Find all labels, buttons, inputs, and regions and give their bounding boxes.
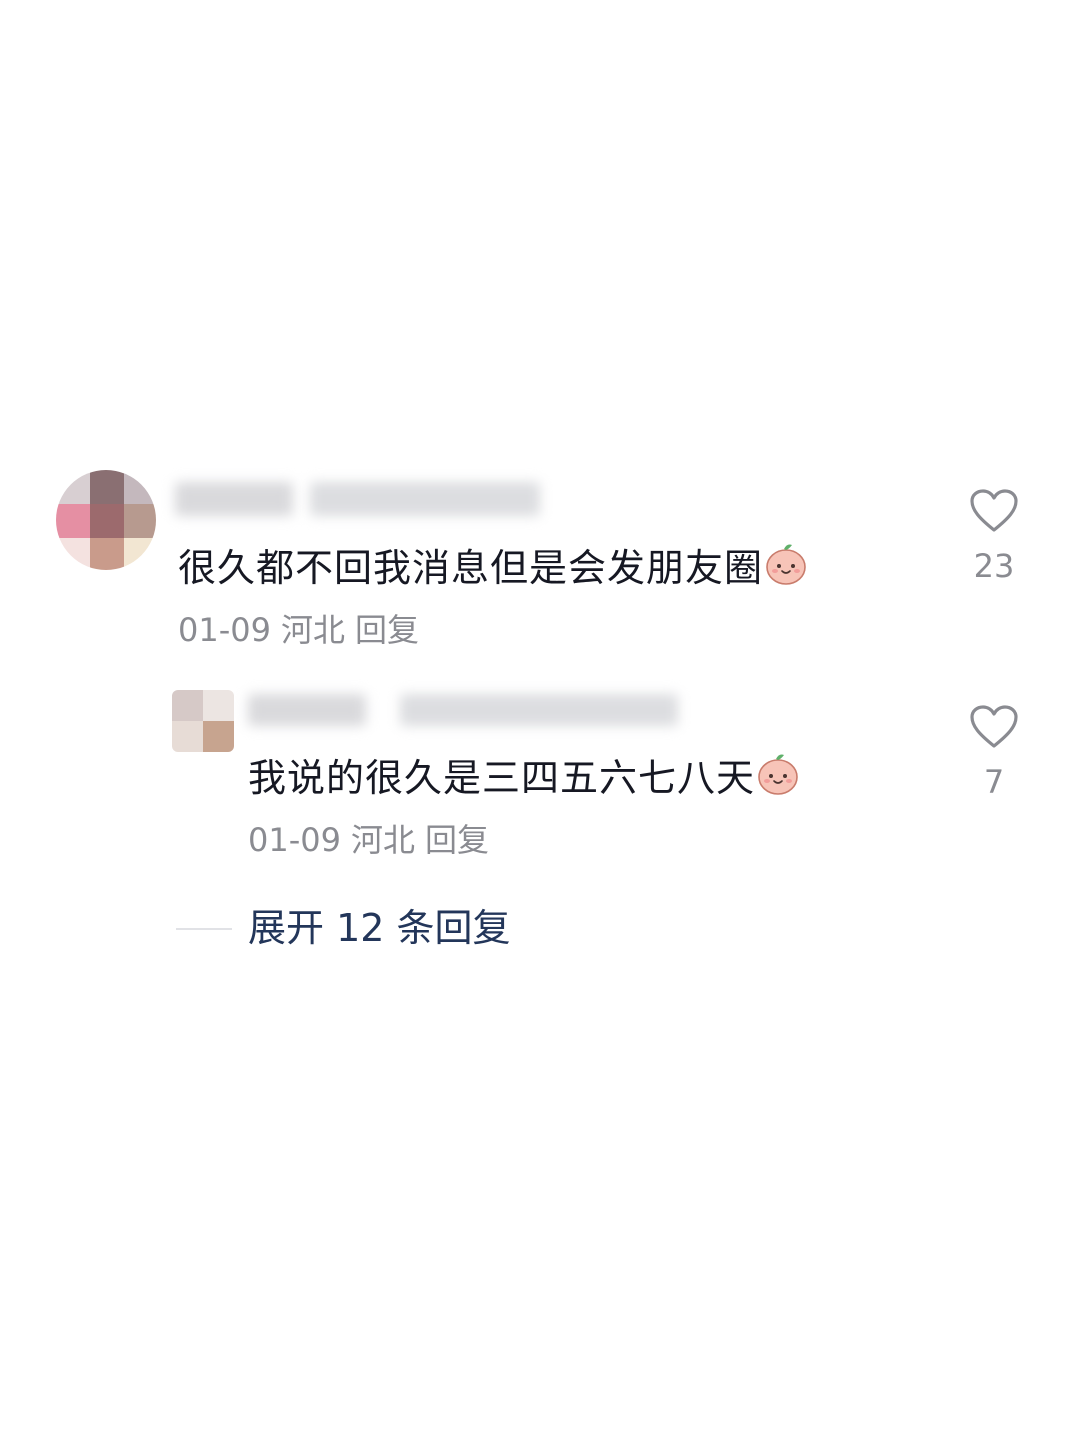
avatar[interactable] — [56, 470, 156, 570]
reply-username-blurred[interactable] — [248, 694, 366, 726]
reply-button[interactable]: 回复 — [425, 821, 489, 859]
like-button[interactable]: 23 — [959, 488, 1029, 584]
reply-avatar[interactable] — [172, 690, 234, 752]
heart-outline-icon[interactable] — [969, 704, 1019, 750]
reply-like-button[interactable]: 7 — [959, 704, 1029, 800]
reply-like-count: 7 — [983, 763, 1005, 801]
heart-outline-icon[interactable] — [969, 488, 1019, 534]
reply-text-content: 我说的很久是三四五六七八天 — [248, 756, 756, 800]
reply-text: 我说的很久是三四五六七八天 — [248, 750, 801, 811]
reply-date: 01-09 — [248, 821, 341, 859]
comment-text: 很久都不回我消息但是会发朋友圈 — [178, 540, 809, 601]
comment-meta: 01-09 河北 回复 — [178, 608, 429, 652]
reply-to-username-blurred[interactable] — [400, 694, 678, 726]
like-count: 23 — [973, 547, 1015, 585]
expand-divider — [176, 928, 232, 930]
expand-replies-button[interactable]: 展开 12 条回复 — [248, 904, 511, 952]
username-badge-blurred — [310, 482, 540, 516]
reply-meta: 01-09 河北 回复 — [248, 818, 499, 862]
reply-button[interactable]: 回复 — [355, 611, 419, 649]
comment-date: 01-09 — [178, 611, 271, 649]
peach-smile-emoji — [763, 540, 809, 601]
comment-thread: 很久都不回我消息但是会发朋友圈 01-09 河北 回复 23 我说的很久是三四五… — [0, 0, 1080, 1440]
peach-smile-emoji — [755, 750, 801, 811]
reply-location: 河北 — [350, 821, 415, 859]
username-blurred[interactable] — [175, 482, 293, 516]
comment-location: 河北 — [280, 611, 345, 649]
comment-text-content: 很久都不回我消息但是会发朋友圈 — [178, 546, 764, 590]
